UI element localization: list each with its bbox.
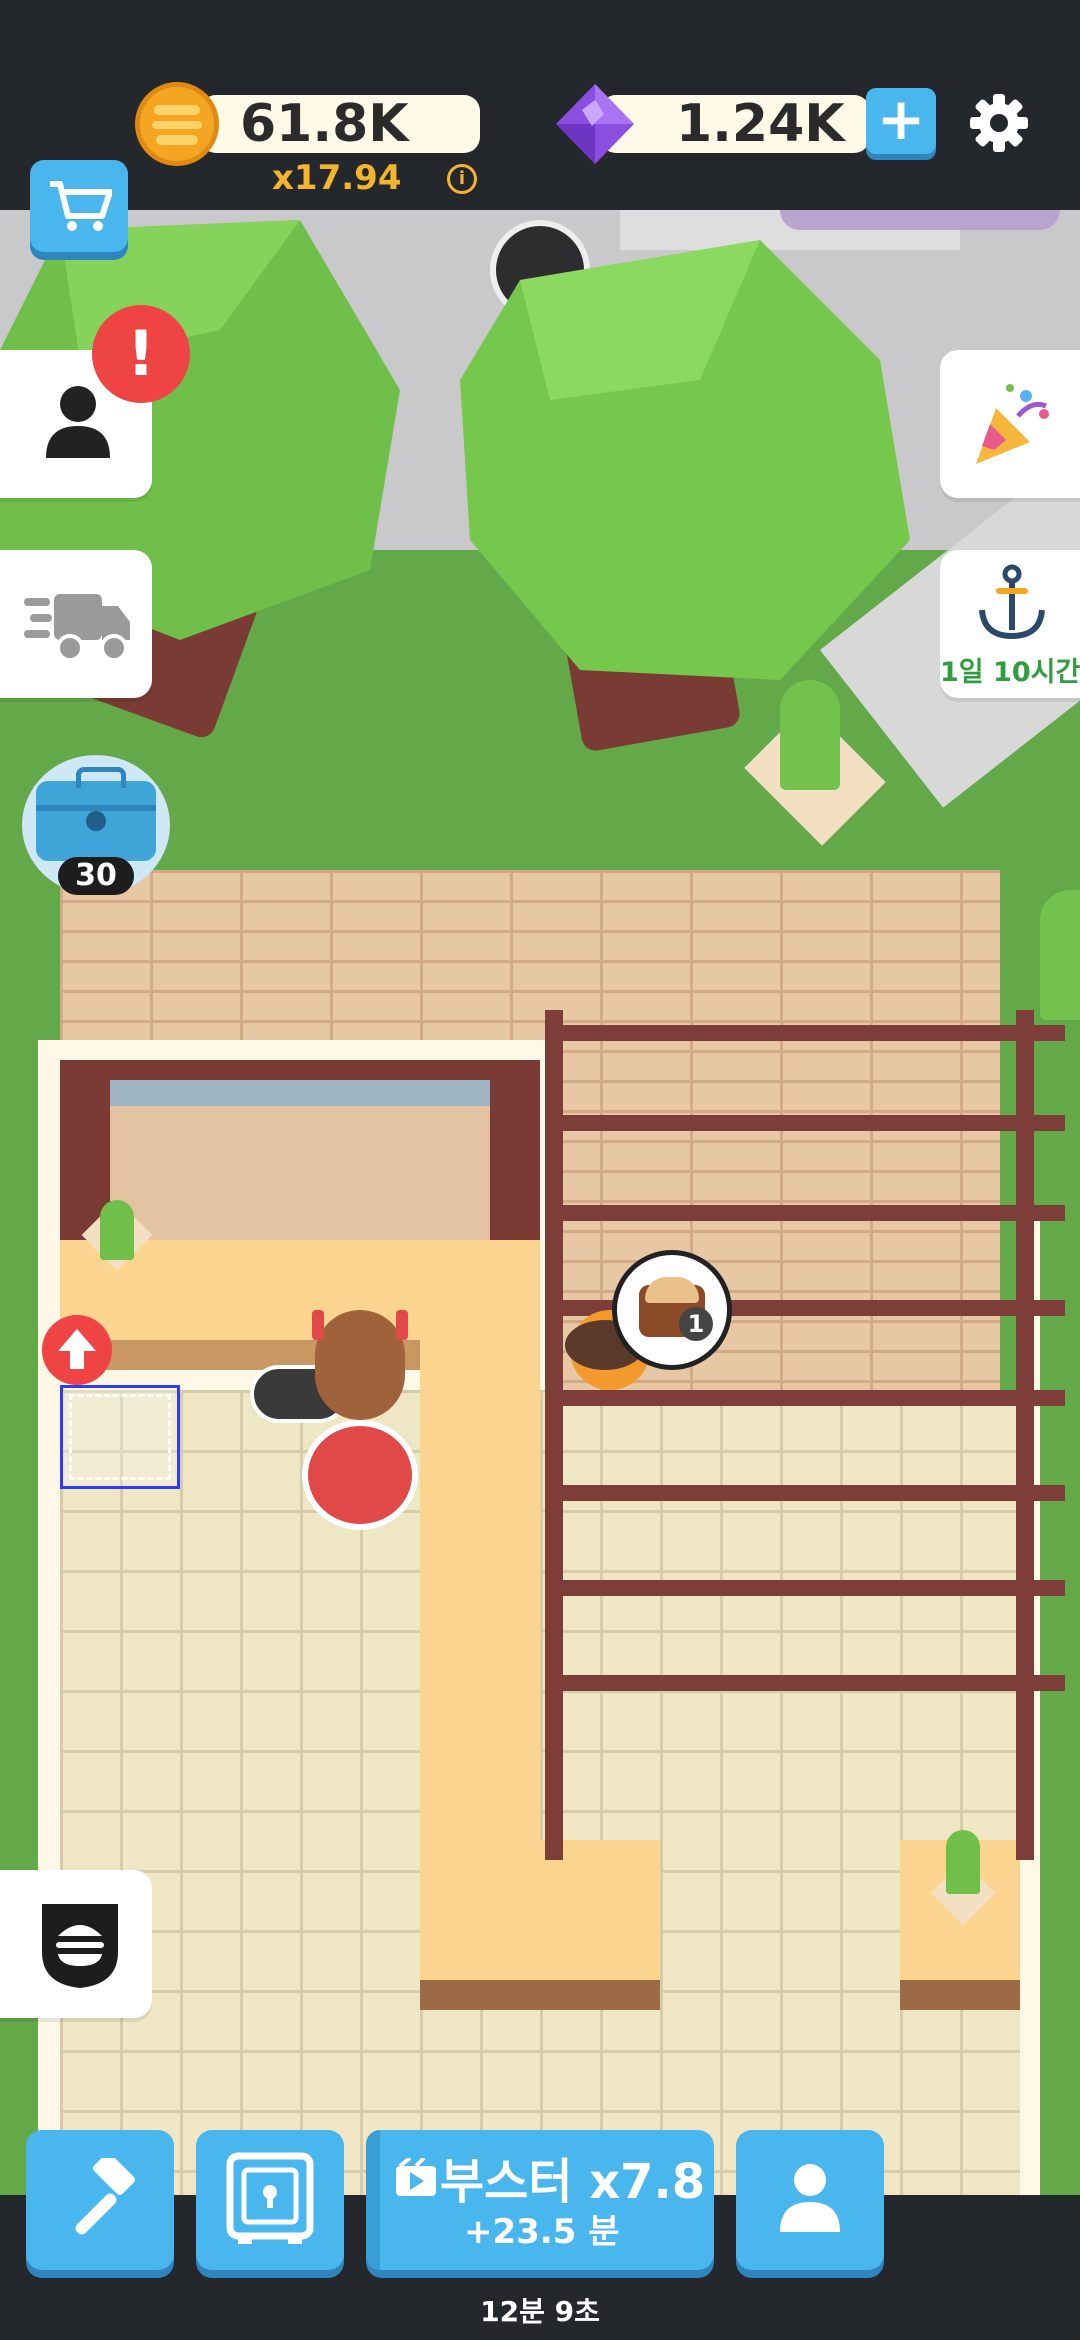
toolbox-button[interactable]: 30 bbox=[22, 755, 170, 895]
build-hammer-button[interactable] bbox=[26, 2130, 174, 2270]
toolbox-count-badge: 30 bbox=[58, 857, 134, 895]
queue-rail bbox=[545, 1390, 1065, 1406]
queue-rail bbox=[545, 1115, 1065, 1131]
shop-cart-button[interactable] bbox=[30, 160, 128, 252]
tree-canopy bbox=[460, 240, 910, 680]
placement-slot[interactable] bbox=[60, 1385, 180, 1489]
gem-icon bbox=[556, 84, 634, 164]
top-bar: 61.8K x17.94 i 1.24K + bbox=[0, 0, 1080, 210]
plant-icon bbox=[780, 680, 840, 790]
event-timer: 1일 10시간 bbox=[940, 657, 1080, 688]
party-popper-icon bbox=[976, 384, 1049, 464]
parked-car bbox=[780, 210, 1060, 230]
counter-edge bbox=[900, 1980, 1020, 2010]
anchor-event-button[interactable]: 1일 10시간 bbox=[940, 550, 1080, 698]
arrow-up-icon bbox=[58, 1329, 96, 1369]
menu-book-button[interactable] bbox=[0, 1870, 152, 2018]
toolbox-icon bbox=[36, 767, 156, 861]
counter-edge bbox=[420, 1980, 660, 2010]
alert-badge: ! bbox=[92, 305, 190, 403]
dumpling-icon bbox=[645, 1277, 699, 1303]
coin-amount: 61.8K bbox=[240, 94, 409, 154]
booster-sublabel: +23.5 분 bbox=[464, 2212, 620, 2252]
delivery-button[interactable] bbox=[0, 550, 152, 698]
order-bubble[interactable]: 1 bbox=[612, 1250, 732, 1370]
queue-rail bbox=[545, 1675, 1065, 1691]
hair-ribbon bbox=[312, 1310, 324, 1340]
add-gems-button[interactable]: + bbox=[866, 88, 936, 154]
coin-multiplier: x17.94 bbox=[272, 158, 402, 198]
order-count-badge: 1 bbox=[679, 1307, 713, 1341]
person-icon bbox=[46, 386, 110, 458]
video-ad-icon bbox=[396, 2158, 436, 2196]
info-icon[interactable]: i bbox=[447, 164, 477, 194]
queue-rail bbox=[545, 1025, 1065, 1041]
upgrade-arrow-button[interactable] bbox=[42, 1315, 112, 1385]
shopping-cart-icon bbox=[50, 181, 112, 231]
gear-icon[interactable] bbox=[968, 92, 1030, 154]
delivery-truck-icon bbox=[24, 594, 130, 662]
counter-top bbox=[420, 1840, 660, 1980]
window-sill bbox=[110, 1080, 490, 1106]
queue-rail-post bbox=[545, 1010, 563, 1860]
gem-amount: 1.24K bbox=[676, 94, 845, 154]
queue-rail bbox=[545, 1580, 1065, 1596]
plant-icon bbox=[100, 1200, 134, 1260]
booster-button[interactable]: 부스터 x7.8 +23.5 분 bbox=[366, 2130, 714, 2270]
safe-vault-button[interactable] bbox=[196, 2130, 344, 2270]
booster-label: 부스터 x7.8 bbox=[440, 2154, 706, 2210]
plant-icon bbox=[1040, 890, 1080, 1020]
booster-timer: 12분 9초 bbox=[480, 2295, 600, 2328]
burger-shield-icon bbox=[42, 1904, 118, 1988]
coin-icon bbox=[135, 82, 219, 166]
staff-button[interactable] bbox=[736, 2130, 884, 2270]
player-body bbox=[302, 1420, 418, 1530]
queue-rail bbox=[545, 1205, 1065, 1221]
person-icon bbox=[780, 2164, 840, 2232]
event-party-button[interactable] bbox=[940, 350, 1080, 498]
hammer-icon bbox=[75, 2158, 135, 2235]
vault-icon bbox=[226, 2152, 314, 2244]
plant-icon bbox=[946, 1830, 980, 1894]
queue-rail-post bbox=[1016, 1010, 1034, 1860]
game-scene[interactable]: 1 ! 30 1일 10시간 bbox=[0, 210, 1080, 2195]
anchor-icon bbox=[979, 564, 1045, 640]
queue-rail bbox=[545, 1485, 1065, 1501]
player-head bbox=[315, 1310, 405, 1420]
hair-ribbon bbox=[396, 1310, 408, 1340]
